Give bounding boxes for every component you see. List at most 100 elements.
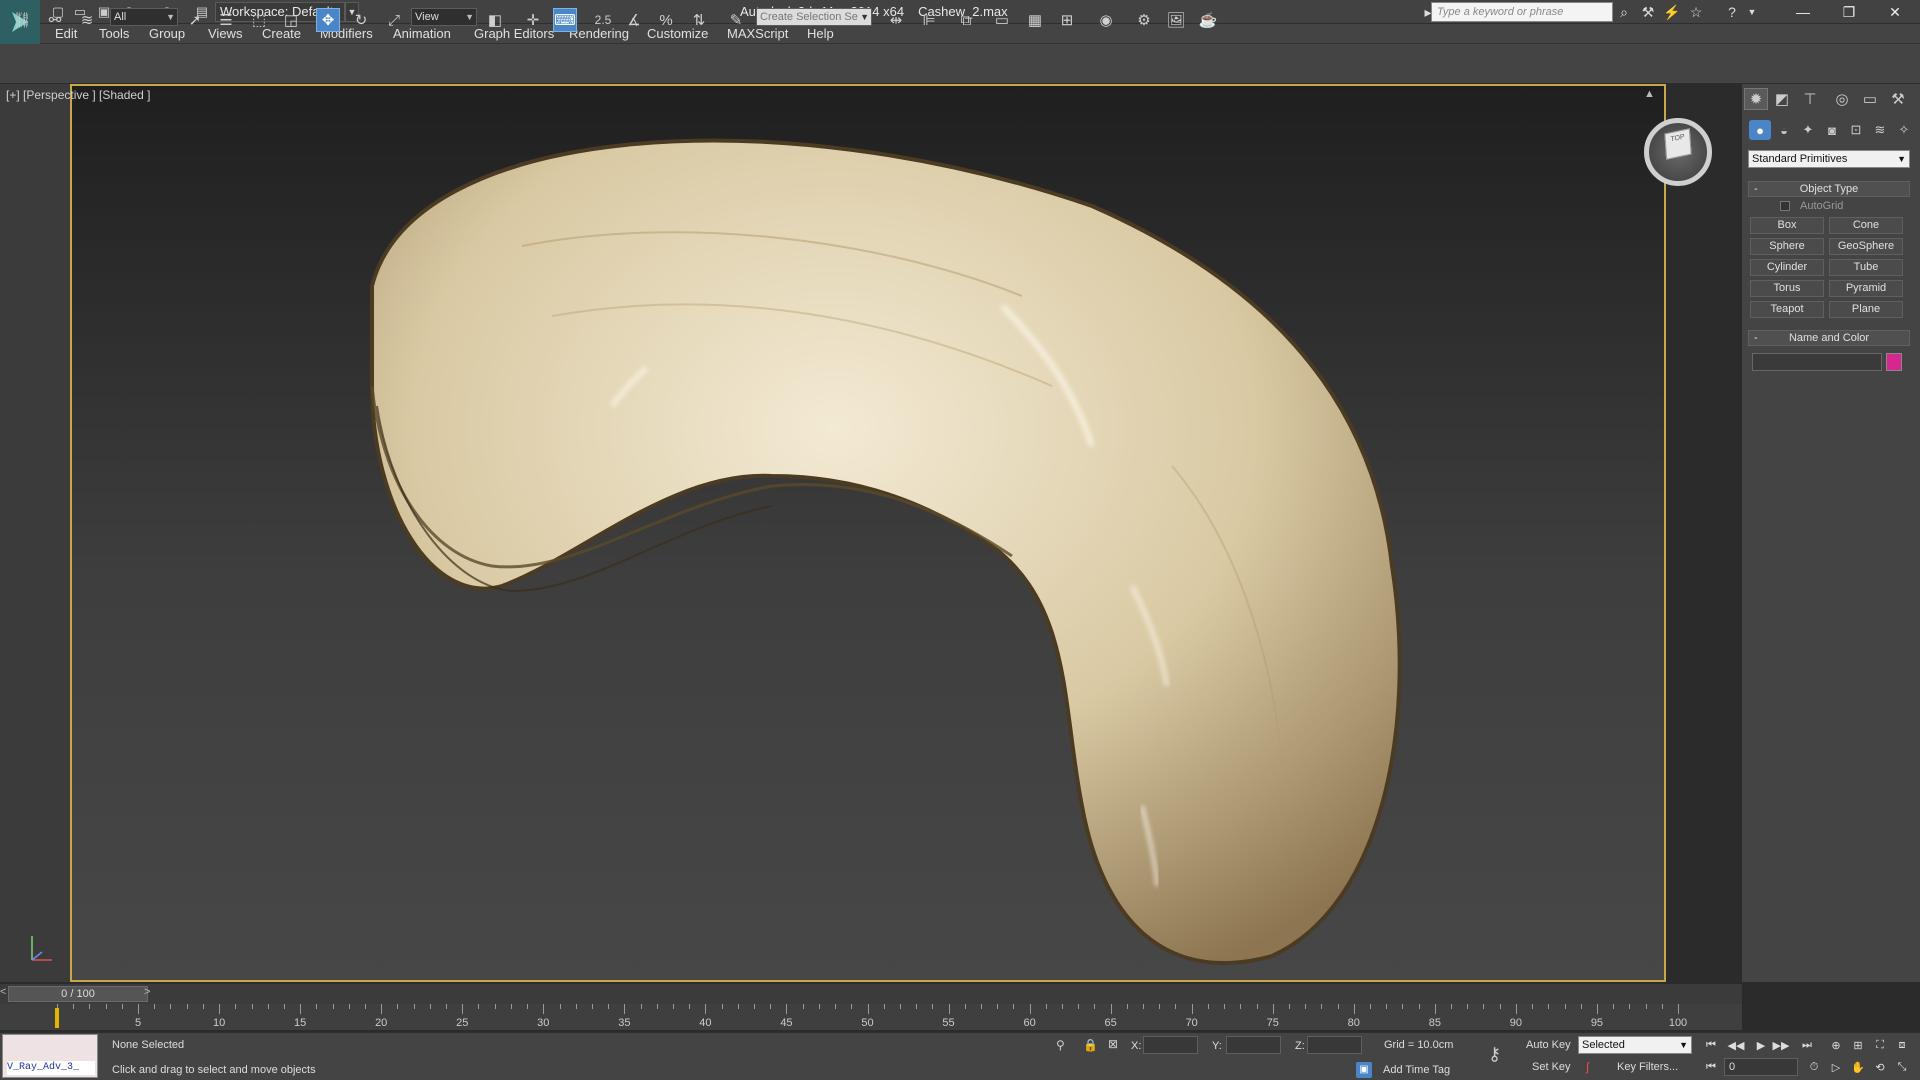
time-slider[interactable]: 0 / 100	[8, 986, 148, 1002]
perspective-viewport[interactable]	[70, 84, 1666, 982]
next-frame-icon[interactable]: ▶▶	[1772, 1036, 1790, 1054]
autogrid-checkbox[interactable]	[1780, 201, 1790, 211]
pyramid-button[interactable]: Pyramid	[1829, 280, 1903, 297]
tube-button[interactable]: Tube	[1829, 259, 1903, 276]
chevron-down-icon[interactable]: ▼	[1742, 3, 1762, 21]
search-input[interactable]: Type a keyword or phrase	[1431, 2, 1613, 22]
layer-manager-icon[interactable]: ⧉	[954, 8, 978, 32]
menu-help[interactable]: Help	[807, 26, 834, 41]
snaps-toggle-icon[interactable]: 2.5	[591, 8, 615, 32]
object-name-field[interactable]	[1752, 353, 1882, 371]
named-selection-set-select[interactable]: Create Selection Se ▼	[756, 8, 872, 26]
maxscript-listener[interactable]: V_Ray_Adv_3_	[2, 1034, 98, 1078]
keyboard-shortcut-override-icon[interactable]: ⌨	[553, 8, 577, 32]
cylinder-button[interactable]: Cylinder	[1750, 259, 1824, 276]
lock-icon[interactable]: ▲	[1644, 88, 1655, 100]
create-tab-icon[interactable]: ✹	[1744, 88, 1768, 110]
pivot-center-icon[interactable]: ◧	[483, 8, 507, 32]
sphere-button[interactable]: Sphere	[1750, 238, 1824, 255]
name-and-color-rollout[interactable]: - Name and Color	[1748, 330, 1910, 346]
utilities-tab-icon[interactable]: ⚒	[1886, 88, 1910, 110]
unlink-icon[interactable]: ⚯	[43, 8, 67, 32]
isolate-selection-icon[interactable]: ⚲	[1056, 1038, 1065, 1052]
modify-tab-icon[interactable]: ◩	[1770, 88, 1794, 110]
select-by-name-icon[interactable]: ☰	[214, 8, 238, 32]
graphite-ribbon-icon[interactable]: ▭	[990, 8, 1014, 32]
systems-icon[interactable]: ✧	[1893, 120, 1915, 140]
spinner-snap-icon[interactable]: ⇅	[687, 8, 711, 32]
zoom-all-icon[interactable]: ⊞	[1849, 1036, 1867, 1054]
go-to-start-icon[interactable]: ⏮	[1702, 1036, 1720, 1054]
z-coord-field[interactable]	[1307, 1036, 1362, 1054]
object-color-swatch[interactable]	[1886, 353, 1902, 371]
select-and-move-icon[interactable]: ✥	[316, 8, 340, 32]
select-and-manipulate-icon[interactable]: ✛	[521, 8, 545, 32]
percent-snap-icon[interactable]: %	[654, 8, 678, 32]
helpers-icon[interactable]: ⊡	[1845, 120, 1867, 140]
space-warps-icon[interactable]: ≋	[1869, 120, 1891, 140]
viewcube-top-face[interactable]: TOP	[1664, 128, 1692, 160]
cashew-model[interactable]	[72, 86, 1664, 980]
time-slider-track[interactable]	[0, 984, 1742, 1004]
align-icon[interactable]: ⊫	[917, 8, 941, 32]
category-select[interactable]: Standard Primitives ▼	[1748, 150, 1910, 168]
y-coord-field[interactable]	[1226, 1036, 1281, 1054]
pan-view-icon[interactable]: ✋	[1849, 1058, 1867, 1076]
communication-center-icon[interactable]: ⚡	[1662, 3, 1682, 21]
go-to-end-icon[interactable]: ⏭	[1798, 1036, 1816, 1054]
add-time-tag[interactable]: Add Time Tag	[1383, 1064, 1450, 1076]
previous-frame-icon[interactable]: ◀◀	[1727, 1036, 1745, 1054]
track-bar[interactable]: 5 10 15 20 25 30 35 40 45 50 55 60 65 70 75 80 85 90 95 100	[0, 1004, 1742, 1030]
menu-tools[interactable]: Tools	[99, 26, 129, 41]
key-mode-toggle-icon[interactable]: ⏮	[1702, 1058, 1720, 1076]
set-keys-key-icon[interactable]: ⚷	[1488, 1044, 1501, 1065]
bind-to-space-warp-icon[interactable]: ≋	[75, 8, 99, 32]
time-slider-next-icon[interactable]: >	[144, 986, 150, 998]
key-filters-button[interactable]: Key Filters...	[1617, 1061, 1678, 1073]
auto-key-button[interactable]: Auto Key	[1526, 1039, 1571, 1051]
time-playhead[interactable]	[55, 1008, 59, 1028]
menu-group[interactable]: Group	[149, 26, 185, 41]
teapot-button[interactable]: Teapot	[1750, 301, 1824, 318]
angle-snap-icon[interactable]: ∡	[622, 8, 646, 32]
select-object-icon[interactable]: ➚	[183, 8, 207, 32]
absolute-mode-icon[interactable]: ⊠	[1108, 1037, 1118, 1051]
select-and-rotate-icon[interactable]: ↻	[349, 8, 373, 32]
orbit-icon[interactable]: ⟲	[1871, 1058, 1889, 1076]
shapes-icon[interactable]: ◒	[1773, 120, 1795, 140]
schematic-view-icon[interactable]: ⊞	[1055, 8, 1079, 32]
box-button[interactable]: Box	[1750, 217, 1824, 234]
render-production-icon[interactable]: ☕	[1196, 8, 1220, 32]
torus-button[interactable]: Torus	[1750, 280, 1824, 297]
time-slider-prev-icon[interactable]: <	[0, 986, 6, 998]
geosphere-button[interactable]: GeoSphere	[1829, 238, 1903, 255]
geometry-icon[interactable]: ●	[1749, 120, 1771, 140]
render-setup-icon[interactable]: ⚙	[1132, 8, 1156, 32]
subscription-icon[interactable]: ⚒	[1638, 3, 1658, 21]
edit-named-selection-icon[interactable]: ✎	[724, 8, 748, 32]
material-editor-icon[interactable]: ◉	[1094, 8, 1118, 32]
set-key-button[interactable]: Set Key	[1532, 1061, 1571, 1073]
field-of-view-icon[interactable]: ▷	[1827, 1058, 1845, 1076]
time-tag-icon[interactable]: ▣	[1356, 1062, 1372, 1078]
viewcube[interactable]: TOP	[1644, 118, 1712, 186]
play-icon[interactable]: ▶	[1752, 1036, 1770, 1054]
select-and-scale-icon[interactable]: ⤢	[382, 8, 406, 32]
minimize-button[interactable]: —	[1780, 0, 1826, 24]
zoom-icon[interactable]: ⊕	[1827, 1036, 1845, 1054]
display-tab-icon[interactable]: ▭	[1858, 88, 1882, 110]
cameras-icon[interactable]: ◙	[1821, 120, 1843, 140]
maximize-viewport-icon[interactable]: ⤡	[1893, 1058, 1911, 1076]
select-and-link-icon[interactable]: ⛓	[10, 8, 34, 32]
help-icon[interactable]: ?	[1722, 3, 1742, 21]
rendered-frame-window-icon[interactable]: 🖼	[1164, 8, 1188, 32]
selection-filter-select[interactable]: All ▼	[110, 8, 178, 26]
viewport-label-menu[interactable]: [+] [Perspective ] [Shaded ]	[6, 88, 150, 102]
plane-button[interactable]: Plane	[1829, 301, 1903, 318]
curve-editor-icon[interactable]: ▦	[1023, 8, 1047, 32]
key-mode-select[interactable]: Selected ▼	[1578, 1036, 1692, 1054]
lights-icon[interactable]: ✦	[1797, 120, 1819, 140]
maxscript-input[interactable]: V_Ray_Adv_3_	[7, 1061, 95, 1075]
object-type-rollout[interactable]: - Object Type	[1748, 181, 1910, 197]
binoculars-icon[interactable]: ⌕	[1614, 3, 1634, 21]
